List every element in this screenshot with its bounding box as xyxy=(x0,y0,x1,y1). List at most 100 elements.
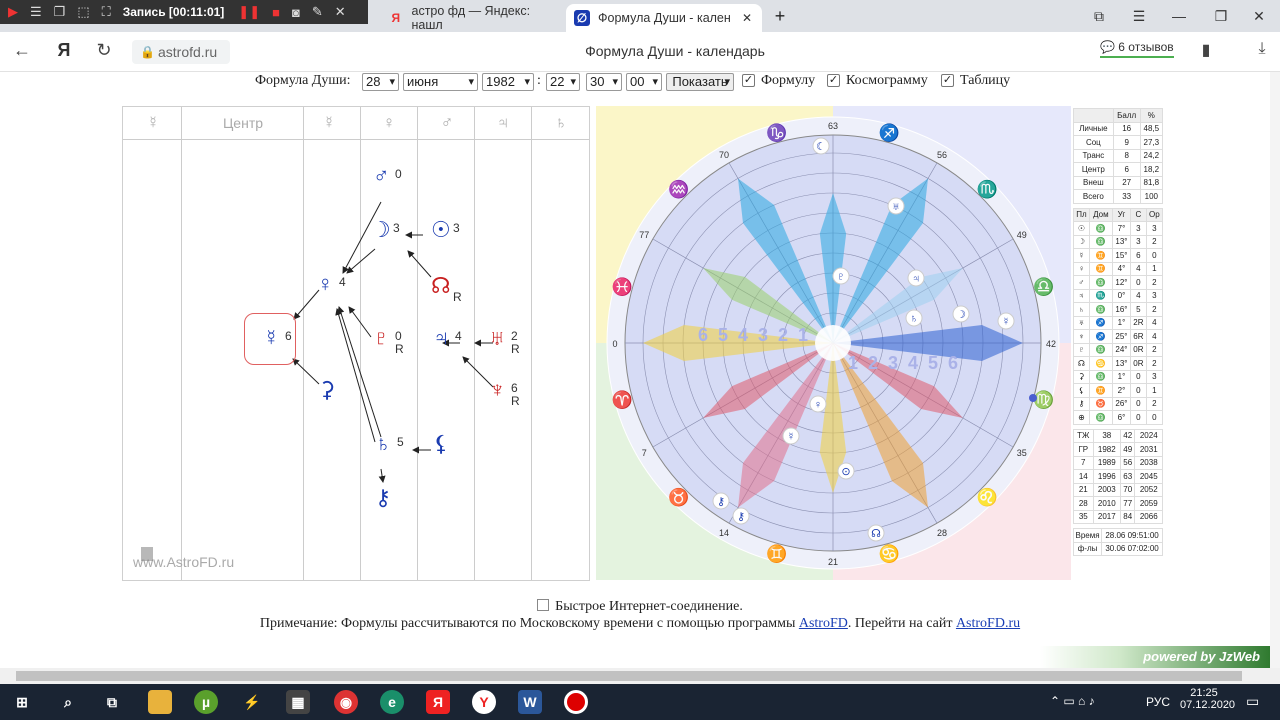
url-field[interactable]: 🔒 astrofd.ru xyxy=(132,40,230,64)
region-icon[interactable]: ⬚ xyxy=(77,4,89,20)
search-icon[interactable]: ⌕ xyxy=(56,690,80,714)
formula-checkbox[interactable]: ✓ xyxy=(742,74,755,87)
astrofd-program-link[interactable]: AstroFD xyxy=(799,616,848,631)
powered-by-banner[interactable]: powered by JzWeb xyxy=(1040,646,1270,668)
notifications-icon[interactable]: ▭ xyxy=(1246,693,1259,710)
edge-icon[interactable]: e xyxy=(380,690,404,714)
table-cell: 2024 xyxy=(1134,428,1163,443)
degree-label: 63 xyxy=(828,121,838,131)
explorer-icon[interactable] xyxy=(148,690,172,714)
table-cell: ♎ xyxy=(1088,234,1113,249)
ring-number: 2 xyxy=(778,325,788,345)
note-middle: . Перейти на сайт xyxy=(847,616,956,631)
degree-label: 42 xyxy=(1046,339,1056,349)
degree-label: 28 xyxy=(937,528,947,538)
show-button[interactable]: Показать xyxy=(666,73,734,91)
table-cell: ♎ xyxy=(1088,342,1113,357)
time-separator: : xyxy=(537,73,541,88)
table-cell: 1989 xyxy=(1092,455,1122,470)
video-app-icon[interactable]: ▦ xyxy=(286,690,310,714)
fast-connection-checkbox[interactable] xyxy=(537,599,550,611)
reviews-button[interactable]: 💬 6 отзывов xyxy=(1100,40,1174,58)
zodiac-sign-icon: ♎ xyxy=(1033,277,1054,297)
yandex-browser-icon[interactable]: Я xyxy=(426,690,450,714)
cosmogram-checkbox[interactable]: ✓ xyxy=(827,74,840,87)
close-icon[interactable]: ✕ xyxy=(335,4,346,20)
back-icon[interactable]: ← xyxy=(10,40,34,61)
camera-icon[interactable]: ◙ xyxy=(292,5,300,20)
yandex-home-icon[interactable]: Я xyxy=(52,40,76,61)
tab-astrofd[interactable]: ∅ Формула Души - кален ✕ xyxy=(566,4,762,32)
lightning-app-icon[interactable]: ⚡ xyxy=(240,690,264,714)
pause-icon[interactable]: ❚❚ xyxy=(238,4,260,20)
planet-glyph: ☊ xyxy=(431,273,451,298)
month-select[interactable]: июня xyxy=(403,73,478,91)
language-indicator[interactable]: РУС xyxy=(1146,695,1170,709)
windows-start-icon[interactable]: ⊞ xyxy=(10,690,34,714)
second-select[interactable]: 00 xyxy=(626,73,662,91)
table-cell: Соц xyxy=(1073,135,1114,150)
table-cell: 13° xyxy=(1111,356,1132,371)
table-cell: 0 xyxy=(1130,396,1147,411)
zodiac-sign-icon: ♓ xyxy=(612,277,633,297)
recorder-icon[interactable] xyxy=(564,690,588,714)
ring-number: 4 xyxy=(738,325,748,345)
page-title: Формула Души - календарь xyxy=(585,43,765,59)
astrofd-site-link[interactable]: AstroFD.ru xyxy=(956,616,1020,631)
hour-select[interactable]: 22 xyxy=(546,73,580,91)
footer-notes: Быстрое Интернет-соединение. Примечание:… xyxy=(0,598,1280,632)
table-cell: 3 xyxy=(1130,221,1147,236)
scroll-thumb[interactable] xyxy=(16,671,1242,681)
table-cell: 63 xyxy=(1119,469,1136,484)
table-cell: 14 xyxy=(1073,469,1094,484)
table-checkbox[interactable]: ✓ xyxy=(941,74,954,87)
minute-select[interactable]: 30 xyxy=(586,73,622,91)
retrograde-mark: R xyxy=(453,290,462,304)
form-label: Формула Души: xyxy=(255,73,351,88)
clock[interactable]: 21:25 07.12.2020 xyxy=(1180,687,1235,711)
degree-label: 56 xyxy=(937,150,947,160)
download-icon[interactable]: ⤓ xyxy=(1250,40,1274,58)
table-cell: 0 xyxy=(1130,369,1147,384)
tab-close-icon[interactable]: ✕ xyxy=(742,11,752,25)
horizontal-scrollbar[interactable] xyxy=(0,668,1280,684)
pen-icon[interactable]: ✎ xyxy=(312,4,323,20)
table-cell: 0 xyxy=(1130,275,1147,290)
task-view-icon[interactable]: ⧉ xyxy=(100,690,124,714)
tray-icons[interactable]: ⌃ ▭ ⌂ ♪ xyxy=(1050,694,1140,708)
table-cell: 15° xyxy=(1111,248,1132,263)
table-cell: 42 xyxy=(1119,428,1136,443)
table-row: ТЖ 38 42 2024 xyxy=(1073,428,1163,443)
bookmark-icon[interactable]: ▮ xyxy=(1194,40,1218,60)
day-select[interactable]: 28 xyxy=(362,73,399,91)
table-cell: 4° xyxy=(1111,261,1132,276)
tab-label: Формула Души - кален xyxy=(598,11,731,25)
torrent-icon[interactable]: µ xyxy=(194,690,218,714)
note-text: Примечание: Формулы рассчитываются по Мо… xyxy=(0,615,1280,632)
year-select[interactable]: 1982 xyxy=(482,73,534,91)
tab-yandex[interactable]: Я астро фд — Яндекс: нашл xyxy=(380,4,560,32)
table-cell: 25° xyxy=(1111,329,1132,344)
table-cell: 2066 xyxy=(1134,509,1163,524)
close-window-icon[interactable]: ✕ xyxy=(1236,0,1280,32)
vertical-scrollbar[interactable] xyxy=(1270,72,1280,668)
table-cell: С xyxy=(1130,207,1147,222)
table-row: ♅ ♐ 1° 2R 4 xyxy=(1073,315,1164,330)
yandex-icon[interactable]: Y xyxy=(472,690,496,714)
table-cell: 84 xyxy=(1119,509,1136,524)
table-row: Соц 9 27,3 xyxy=(1073,135,1164,150)
word-icon[interactable]: W xyxy=(518,690,542,714)
degree-label: 14 xyxy=(719,528,729,538)
table-cell: 12° xyxy=(1111,275,1132,290)
chrome-icon[interactable]: ◉ xyxy=(334,690,358,714)
fullscreen-icon[interactable]: ⛶ xyxy=(102,4,111,20)
recorder-toolbar: ▶ ☰ ❐ ⬚ ⛶ Запись [00:11:01] ❚❚ ■ ◙ ✎ ✕ xyxy=(0,0,368,24)
reload-icon[interactable]: ↻ xyxy=(92,40,116,61)
table-cell: ♂ xyxy=(1073,275,1090,290)
window-icon[interactable]: ❐ xyxy=(54,4,66,20)
new-tab-icon[interactable]: + xyxy=(770,6,790,27)
minimize-icon[interactable]: — xyxy=(1156,0,1202,32)
table-cell: ♀ xyxy=(1073,261,1090,276)
stop-icon[interactable]: ■ xyxy=(272,5,280,20)
menu-icon[interactable]: ☰ xyxy=(30,4,42,20)
